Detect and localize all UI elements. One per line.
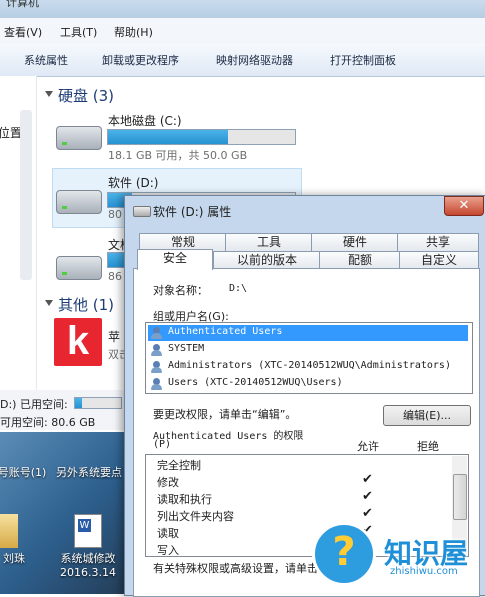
user-group-icon	[150, 361, 164, 373]
desktop-icon-label[interactable]: 刘珠	[0, 550, 32, 566]
drive-d-space: 80	[108, 208, 122, 221]
status-usage-bar	[74, 397, 122, 409]
tab-tools[interactable]: 工具	[225, 233, 313, 251]
permission-name: 读取和执行	[157, 493, 212, 506]
user-name: Users (XTC-20140512WUQ\Users)	[168, 377, 343, 388]
object-name-value: D:\	[229, 283, 248, 294]
menu-tools[interactable]: 工具(T)	[60, 24, 97, 40]
user-group-icon	[150, 327, 164, 339]
hard-disks-header[interactable]: 硬盘 (3)	[58, 85, 114, 106]
drive-c-usage-fill	[108, 130, 228, 144]
uninstall-program-button[interactable]: 卸载或更改程序	[102, 52, 179, 68]
tab-security[interactable]: 安全	[137, 249, 213, 270]
user-list[interactable]: Authenticated Users SYSTEM Administrator…	[145, 322, 473, 394]
word-document-icon[interactable]: W	[74, 514, 102, 548]
hard-drive-icon	[56, 190, 102, 214]
nav-location-label[interactable]: 位置	[0, 124, 22, 141]
menu-view[interactable]: 查看(V)	[4, 24, 42, 40]
other-header[interactable]: 其他 (1)	[58, 294, 114, 315]
collapse-arrow-icon[interactable]	[45, 300, 53, 306]
status-usage-fill	[75, 398, 82, 408]
allow-check-icon: ✔	[362, 489, 373, 504]
tab-previous-versions[interactable]: 以前的版本	[213, 251, 321, 269]
status-used-label: D:) 已用空间:	[0, 398, 68, 411]
system-properties-button[interactable]: 系统属性	[24, 52, 68, 68]
user-row[interactable]: SYSTEM	[148, 342, 468, 358]
watermark-logo-icon: ?	[312, 522, 376, 586]
object-name-label: 对象名称：	[153, 284, 208, 297]
permission-name: 读取	[157, 527, 179, 540]
tab-quota[interactable]: 配额	[319, 251, 401, 269]
details-pane: D:) 已用空间: 可用空间: 80.6 GB	[0, 390, 128, 430]
window-title: 计算机	[6, 0, 39, 9]
map-network-drive-button[interactable]: 映射网络驱动器	[216, 52, 293, 68]
permission-name: 列出文件夹内容	[157, 510, 234, 523]
special-permission-hint: 有关特殊权限或高级设置，请单击	[153, 562, 318, 575]
question-mark-icon: ?	[332, 529, 356, 575]
drive-d-name[interactable]: 软件 (D:)	[108, 174, 158, 191]
folder-icon[interactable]	[0, 514, 18, 548]
app-logo-icon[interactable]: k	[54, 318, 102, 366]
nav-scrollbar[interactable]	[20, 110, 32, 280]
menu-help[interactable]: 帮助(H)	[114, 24, 153, 40]
user-row[interactable]: Users (XTC-20140512WUQ\Users)	[148, 376, 468, 392]
allow-header: 允许	[357, 440, 379, 453]
tab-sharing[interactable]: 共享	[397, 233, 479, 251]
hard-drive-icon	[56, 256, 102, 280]
close-button[interactable]: ✕	[444, 196, 484, 216]
drive-c-usage-bar	[107, 129, 296, 145]
open-control-panel-button[interactable]: 打开控制面板	[330, 52, 396, 68]
tab-customize[interactable]: 自定义	[399, 251, 479, 269]
user-name: Administrators (XTC-20140512WUQ\Administ…	[168, 360, 451, 371]
tab-hardware[interactable]: 硬件	[311, 233, 399, 251]
edit-button[interactable]: 编辑(E)...	[383, 405, 471, 426]
drive-docs-space: 86	[108, 270, 122, 283]
watermark-subtext: zhishiwu.com	[390, 566, 458, 577]
menu-bar: 查看(V) 工具(T) 帮助(H)	[0, 18, 485, 45]
user-group-icon	[150, 344, 164, 356]
permission-key: (P)	[153, 439, 172, 450]
desktop-icon-label[interactable]: 系统城修改 2016.3.14	[54, 550, 122, 579]
drive-icon	[133, 206, 151, 217]
user-name: Authenticated Users	[168, 326, 283, 337]
collapse-arrow-icon[interactable]	[45, 91, 53, 97]
window-title-bar: 计算机	[0, 0, 485, 18]
drive-c-name[interactable]: 本地磁盘 (C:)	[108, 112, 182, 129]
command-bar: 系统属性 卸载或更改程序 映射网络驱动器 打开控制面板	[0, 44, 485, 77]
allow-check-icon: ✔	[362, 472, 373, 487]
user-row[interactable]: Authenticated Users	[148, 325, 468, 341]
deny-header: 拒绝	[417, 440, 439, 453]
user-name: SYSTEM	[168, 343, 205, 354]
allow-check-icon: ✔	[362, 506, 373, 521]
permission-name: 完全控制	[157, 459, 201, 472]
scroll-thumb[interactable]	[453, 474, 467, 520]
dialog-title: 软件 (D:) 属性	[153, 205, 232, 219]
drive-c-space: 18.1 GB 可用，共 50.0 GB	[108, 149, 248, 162]
other-item-name[interactable]: 苹	[108, 328, 120, 345]
desktop-icon-label[interactable]: 另外系统要点	[56, 464, 122, 480]
desktop-icon-label[interactable]: 号账号(1)	[0, 464, 50, 480]
permission-title: Authenticated Users 的权限	[153, 431, 304, 442]
user-row[interactable]: Administrators (XTC-20140512WUQ\Administ…	[148, 359, 468, 375]
permission-name: 写入	[157, 544, 179, 557]
change-permission-hint: 要更改权限，请单击“编辑”。	[153, 408, 297, 421]
status-free-space: 可用空间: 80.6 GB	[0, 416, 96, 429]
permission-name: 修改	[157, 476, 179, 489]
desktop: 号账号(1) 另外系统要点 刘珠 W 系统城修改 2016.3.14	[0, 432, 128, 594]
user-group-icon	[150, 378, 164, 390]
hard-drive-icon	[56, 126, 102, 150]
